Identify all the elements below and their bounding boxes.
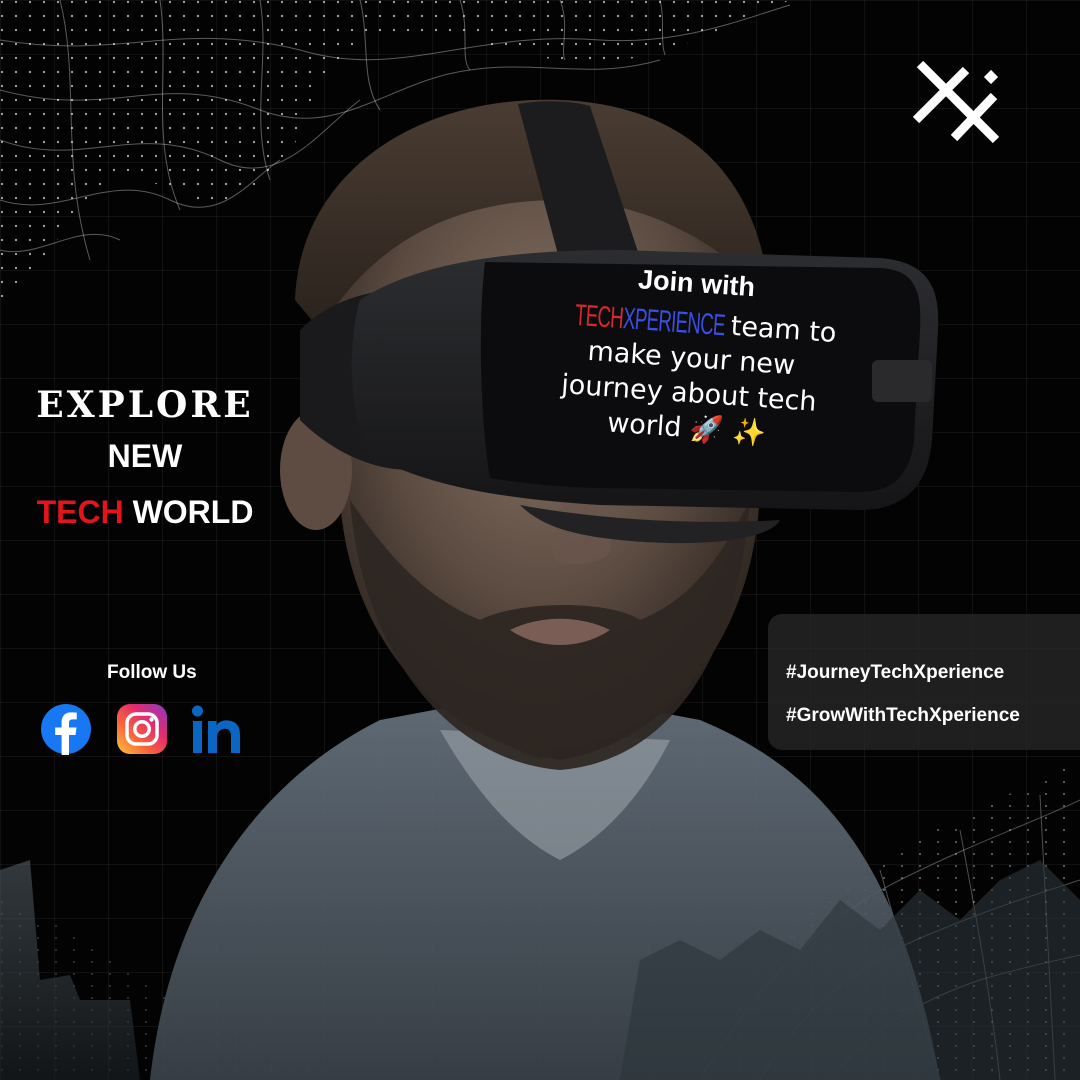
headline-tech-world: TECH WORLD <box>0 484 290 540</box>
hashtag-journey[interactable]: #JourneyTechXperience <box>786 651 1080 694</box>
headline-explore: EXPLORE <box>36 384 254 426</box>
wordmark-xperience: XPERIENCE <box>622 302 727 343</box>
headline-tech: TECH <box>36 494 124 530</box>
hashtag-panel: #JourneyTechXperience #GrowWithTechXperi… <box>768 614 1080 750</box>
follow-us-label: Follow Us <box>107 662 197 683</box>
poster-canvas: EXPLORE NEW TECH WORLD Follow Us Join wi… <box>0 0 1080 1080</box>
wordmark-tech: TECH <box>574 298 625 336</box>
headline: EXPLORE NEW TECH WORLD <box>0 382 290 540</box>
vr-person-illustration <box>0 99 1080 1080</box>
techxperience-x-logo <box>912 60 1000 144</box>
visor-message: Join with TECHXPERIENCE team to make you… <box>523 257 858 499</box>
linkedin-icon[interactable] <box>190 703 242 755</box>
headline-world: WORLD <box>132 494 254 530</box>
hashtag-grow[interactable]: #GrowWithTechXperience <box>786 694 1080 737</box>
headline-new: NEW <box>107 438 183 474</box>
instagram-icon[interactable] <box>116 703 168 755</box>
facebook-icon[interactable] <box>40 703 92 755</box>
